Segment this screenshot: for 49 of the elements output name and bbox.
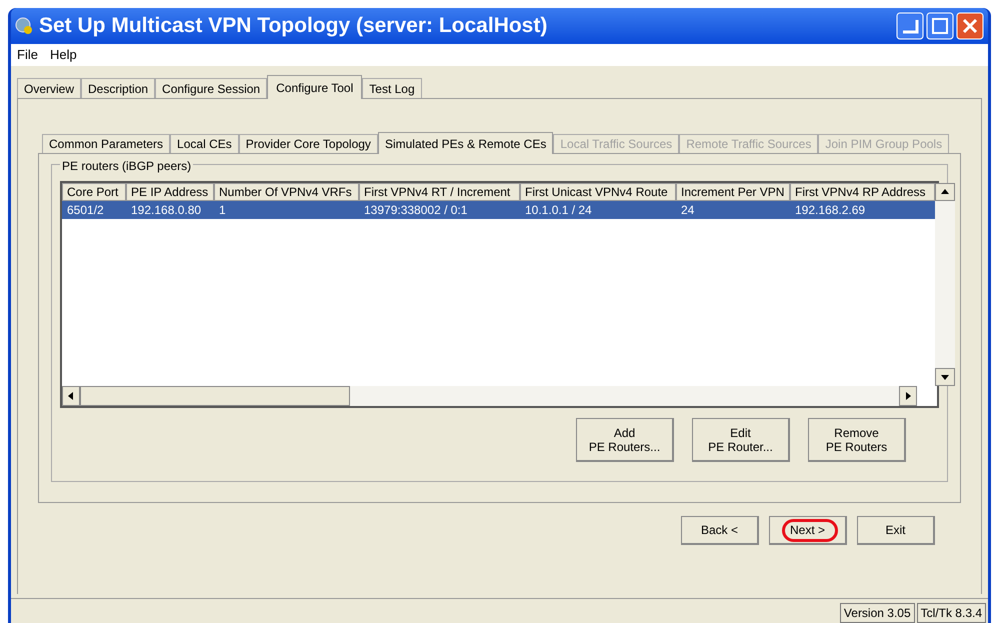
vertical-scrollbar[interactable] — [935, 183, 955, 386]
button[interactable]: Edit PE Router... — [692, 418, 790, 462]
button[interactable]: Add PE Routers... — [576, 418, 674, 462]
column-header[interactable]: Number Of VPNv4 VRFs — [214, 183, 359, 201]
app-icon — [15, 17, 33, 35]
tab[interactable]: Overview — [17, 78, 82, 98]
tab[interactable]: Configure Tool — [267, 75, 362, 99]
tab[interactable]: Provider Core Topology — [238, 134, 378, 153]
tab: Join PIM Group Pools — [818, 134, 950, 153]
table-cell-text: 1 — [218, 202, 227, 219]
column-header[interactable]: First VPNv4 RP Address — [790, 183, 935, 201]
table-row[interactable]: 6501/2 192.168.0.80 1 13979:338002 / 0:1 10.1.0.1 / 24 24 192.168.2.69 — [62, 201, 935, 219]
status-text: Version 3.05 — [840, 603, 915, 623]
menu-item[interactable]: File — [17, 45, 38, 65]
maximize-icon[interactable] — [926, 12, 954, 40]
minimize-icon[interactable] — [896, 12, 924, 40]
column-header[interactable]: Increment Per VPN — [676, 183, 790, 201]
scroll-thumb[interactable] — [80, 386, 350, 406]
table-cell-text: 24 — [680, 202, 696, 219]
column-header[interactable]: PE IP Address — [126, 183, 214, 201]
button[interactable]: Back < — [681, 516, 759, 545]
column-header[interactable]: First Unicast VPNv4 Route — [520, 183, 676, 201]
scroll-down-icon[interactable] — [935, 368, 955, 386]
tab[interactable]: Common Parameters — [42, 134, 170, 153]
tab[interactable]: Test Log — [362, 78, 422, 98]
table-cell-text: 13979:338002 / 0:1 — [363, 202, 468, 219]
tab: Local Traffic Sources — [553, 134, 680, 153]
window-title: Set Up Multicast VPN Topology (server: LocalHost) — [39, 13, 548, 40]
tab[interactable]: Configure Session — [155, 78, 268, 98]
button[interactable]: Remove PE Routers — [808, 418, 906, 462]
tab[interactable]: Simulated PEs & Remote CEs — [378, 132, 554, 154]
table-cell-text: 192.168.2.69 — [794, 202, 866, 219]
scroll-right-icon[interactable] — [899, 386, 917, 406]
tab: Remote Traffic Sources — [679, 134, 818, 153]
close-icon[interactable] — [956, 12, 984, 40]
table-cell-text: 192.168.0.80 — [130, 202, 202, 219]
menu-item[interactable]: Help — [50, 45, 77, 65]
tab[interactable]: Local CEs — [170, 134, 239, 153]
table-cell-text: 6501/2 — [66, 202, 105, 219]
status-text: Tcl/Tk 8.3.4 — [916, 603, 986, 623]
column-header[interactable]: Core Port — [62, 183, 126, 201]
table-cell-text: 10.1.0.1 / 24 — [524, 202, 593, 219]
horizontal-scrollbar[interactable] — [62, 386, 917, 406]
scroll-left-icon[interactable] — [62, 386, 80, 406]
button[interactable]: Next > — [769, 516, 847, 545]
column-header[interactable]: First VPNv4 RT / Increment — [359, 183, 520, 201]
button[interactable]: Exit — [857, 516, 935, 545]
tab[interactable]: Description — [81, 78, 156, 98]
scroll-up-icon[interactable] — [935, 183, 955, 201]
